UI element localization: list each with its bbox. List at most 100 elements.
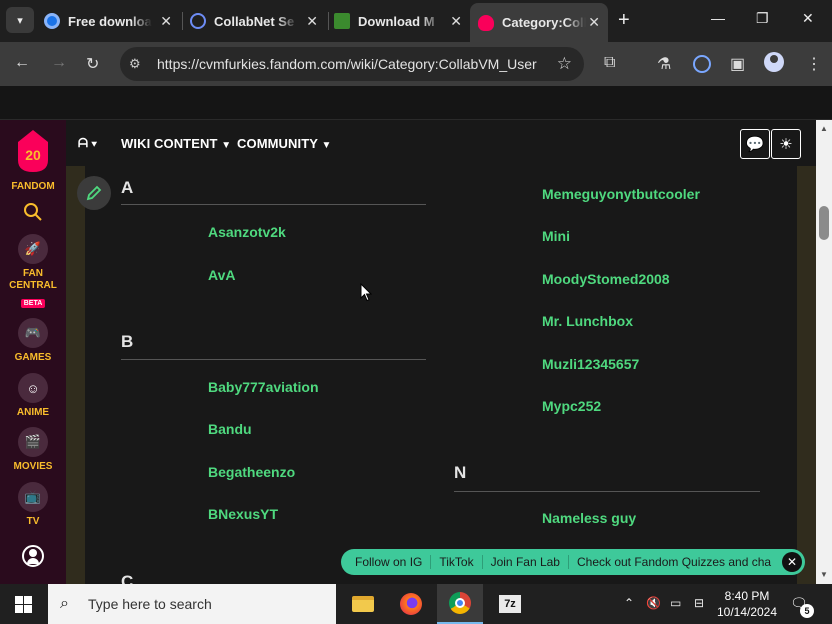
user-link[interactable]: Mr. Lunchbox <box>542 313 633 329</box>
close-tab-icon[interactable]: ✕ <box>450 13 462 30</box>
side-panel-icon[interactable]: ▣ <box>730 54 745 74</box>
file-explorer-icon[interactable] <box>340 584 386 624</box>
user-link[interactable]: Asanzotv2k <box>208 224 286 240</box>
extensions-icon[interactable]: ⧉ <box>604 54 615 72</box>
nav-wiki-content[interactable]: WIKI CONTENT ▼ <box>121 136 231 151</box>
section-letter-b: B <box>121 332 134 351</box>
chevron-down-icon: ▼ <box>321 140 332 151</box>
user-account-icon[interactable] <box>22 545 44 567</box>
section-letter-n: N <box>454 463 467 482</box>
close-icon[interactable]: ✕ <box>782 552 802 572</box>
profile-extension-icon[interactable] <box>693 55 711 73</box>
reload-icon[interactable]: ↻ <box>86 54 99 74</box>
rail-label: ANIME <box>16 407 50 418</box>
fandom-global-nav: 20 FANDOM 🚀 FAN CENTRAL BETA 🎮 GAMES ☺ A… <box>0 120 66 584</box>
tab-label: Category:Coll <box>502 15 586 30</box>
fandom-favicon <box>478 14 494 31</box>
rail-item-anime[interactable]: ☺ ANIME <box>0 373 66 419</box>
bookmark-star-icon[interactable]: ☆ <box>557 54 572 74</box>
section-divider <box>121 359 426 360</box>
rail-item-fan-central[interactable]: 🚀 FAN CENTRAL BETA <box>0 234 66 310</box>
user-link[interactable]: MoodyStomed2008 <box>542 271 670 287</box>
close-tab-icon[interactable]: ✕ <box>306 13 318 30</box>
windows-start-icon[interactable] <box>15 596 32 613</box>
user-link[interactable]: Mypc252 <box>542 398 601 414</box>
user-link[interactable]: Muzli12345657 <box>542 356 639 372</box>
close-tab-icon[interactable]: ✕ <box>588 14 600 31</box>
close-tab-icon[interactable]: ✕ <box>160 13 172 30</box>
show-hidden-icons-chevron-icon[interactable]: ⌃ <box>624 596 634 610</box>
chevron-down-icon: ▼ <box>221 140 232 151</box>
scrollbar-thumb[interactable] <box>819 206 829 240</box>
rail-item-games[interactable]: 🎮 GAMES <box>0 318 66 364</box>
search-icon[interactable] <box>23 202 43 222</box>
forward-icon[interactable]: → <box>51 54 67 72</box>
fan-feed-join-fan-lab[interactable]: Join Fan Lab <box>483 555 569 569</box>
network-icon[interactable]: ▭ <box>670 596 681 610</box>
browser-tab-strip: ▾ Free download ✕ CollabNet Se ✕ Downloa… <box>0 0 832 42</box>
labs-flask-icon[interactable]: ⚗ <box>657 54 671 74</box>
fan-feed-bar: Follow on IG TikTok Join Fan Lab Check o… <box>341 549 805 575</box>
scroll-down-arrow-icon[interactable]: ▼ <box>820 570 828 579</box>
rail-label: GAMES <box>14 352 52 363</box>
volume-muted-icon[interactable]: 🔇 <box>646 596 661 610</box>
user-link[interactable]: Baby777aviation <box>208 379 319 395</box>
user-link[interactable]: Begatheenzo <box>208 464 295 480</box>
tab-download-minecraft[interactable]: Download M ✕ <box>334 6 470 36</box>
edit-pencil-button[interactable] <box>77 176 111 210</box>
tab-category-active[interactable]: Category:Coll ✕ <box>470 3 608 42</box>
more-menu-icon[interactable]: ⋮ <box>806 54 822 74</box>
minimize-icon[interactable]: — <box>711 10 725 26</box>
page-viewport: 20 FANDOM 🚀 FAN CENTRAL BETA 🎮 GAMES ☺ A… <box>0 86 832 584</box>
fan-feed-tiktok[interactable]: TikTok <box>431 555 483 569</box>
profile-avatar-icon[interactable] <box>764 52 784 72</box>
back-icon[interactable]: ← <box>14 54 30 72</box>
theme-toggle-sun-icon[interactable]: ☀ <box>771 129 801 159</box>
tab-search-menu-button[interactable]: ▾ <box>6 7 34 33</box>
fandom-wordmark[interactable]: FANDOM <box>0 181 66 192</box>
close-window-icon[interactable]: ✕ <box>802 10 814 27</box>
user-link[interactable]: AvA <box>208 267 236 283</box>
tab-separator <box>182 12 183 30</box>
nav-wiki-content-label: WIKI CONTENT <box>121 136 218 151</box>
rail-label: FAN CENTRAL <box>0 268 66 292</box>
notification-count-badge: 5 <box>800 604 814 618</box>
free-download-favicon <box>44 13 60 29</box>
rail-label-line2: CENTRAL <box>9 280 57 291</box>
pencil-icon <box>86 185 102 201</box>
nav-community[interactable]: COMMUNITY ▼ <box>237 136 332 151</box>
rail-item-tv[interactable]: 📺 TV <box>0 482 66 528</box>
chrome-icon[interactable] <box>437 584 483 624</box>
rail-item-movies[interactable]: 🎬 MOVIES <box>0 427 66 473</box>
fan-feed-quizzes[interactable]: Check out Fandom Quizzes and cha <box>569 555 777 569</box>
site-info-icon[interactable]: ⚙ <box>129 56 141 72</box>
device-status-icon[interactable]: ⊟ <box>694 596 704 610</box>
page-scrollbar[interactable]: ▲ ▼ <box>816 120 832 584</box>
taskbar-clock[interactable]: 8:40 PM 10/14/2024 <box>716 588 778 620</box>
user-link[interactable]: Mini <box>542 228 570 244</box>
url-text[interactable]: https://cvmfurkies.fandom.com/wiki/Categ… <box>157 56 547 72</box>
new-tab-icon[interactable]: + <box>618 9 630 32</box>
rail-label: TV <box>26 516 40 527</box>
discussions-icon[interactable]: 💬 <box>740 129 770 159</box>
clock-time: 8:40 PM <box>724 589 770 603</box>
user-link[interactable]: BNexusYT <box>208 506 278 522</box>
user-link[interactable]: Bandu <box>208 421 252 437</box>
restore-icon[interactable]: ❐ <box>756 10 769 27</box>
fandom-home-icon[interactable]: ᗩ ▾ <box>78 136 97 151</box>
fandom-logo-icon[interactable]: 20 <box>14 128 52 174</box>
clapperboard-icon: 🎬 <box>18 427 48 457</box>
scroll-up-arrow-icon[interactable]: ▲ <box>820 124 828 133</box>
tab-free-download[interactable]: Free download ✕ <box>44 6 180 36</box>
user-link[interactable]: Nameless guy <box>542 510 636 526</box>
7zip-icon[interactable]: 7z <box>487 584 533 624</box>
tab-collabnet[interactable]: CollabNet Se ✕ <box>190 6 326 36</box>
address-bar[interactable]: ⚙ https://cvmfurkies.fandom.com/wiki/Cat… <box>120 47 584 81</box>
category-content: A Asanzotv2k AvA B Baby777aviation Bandu… <box>77 166 797 584</box>
firefox-icon[interactable] <box>388 584 434 624</box>
fan-feed-follow-ig[interactable]: Follow on IG <box>347 555 432 569</box>
anime-face-icon: ☺ <box>18 373 48 403</box>
search-icon: ⌕ <box>60 595 69 612</box>
taskbar-search-box[interactable]: ⌕ Type here to search <box>48 584 336 624</box>
user-link[interactable]: Memeguyonytbutcooler <box>542 186 700 202</box>
